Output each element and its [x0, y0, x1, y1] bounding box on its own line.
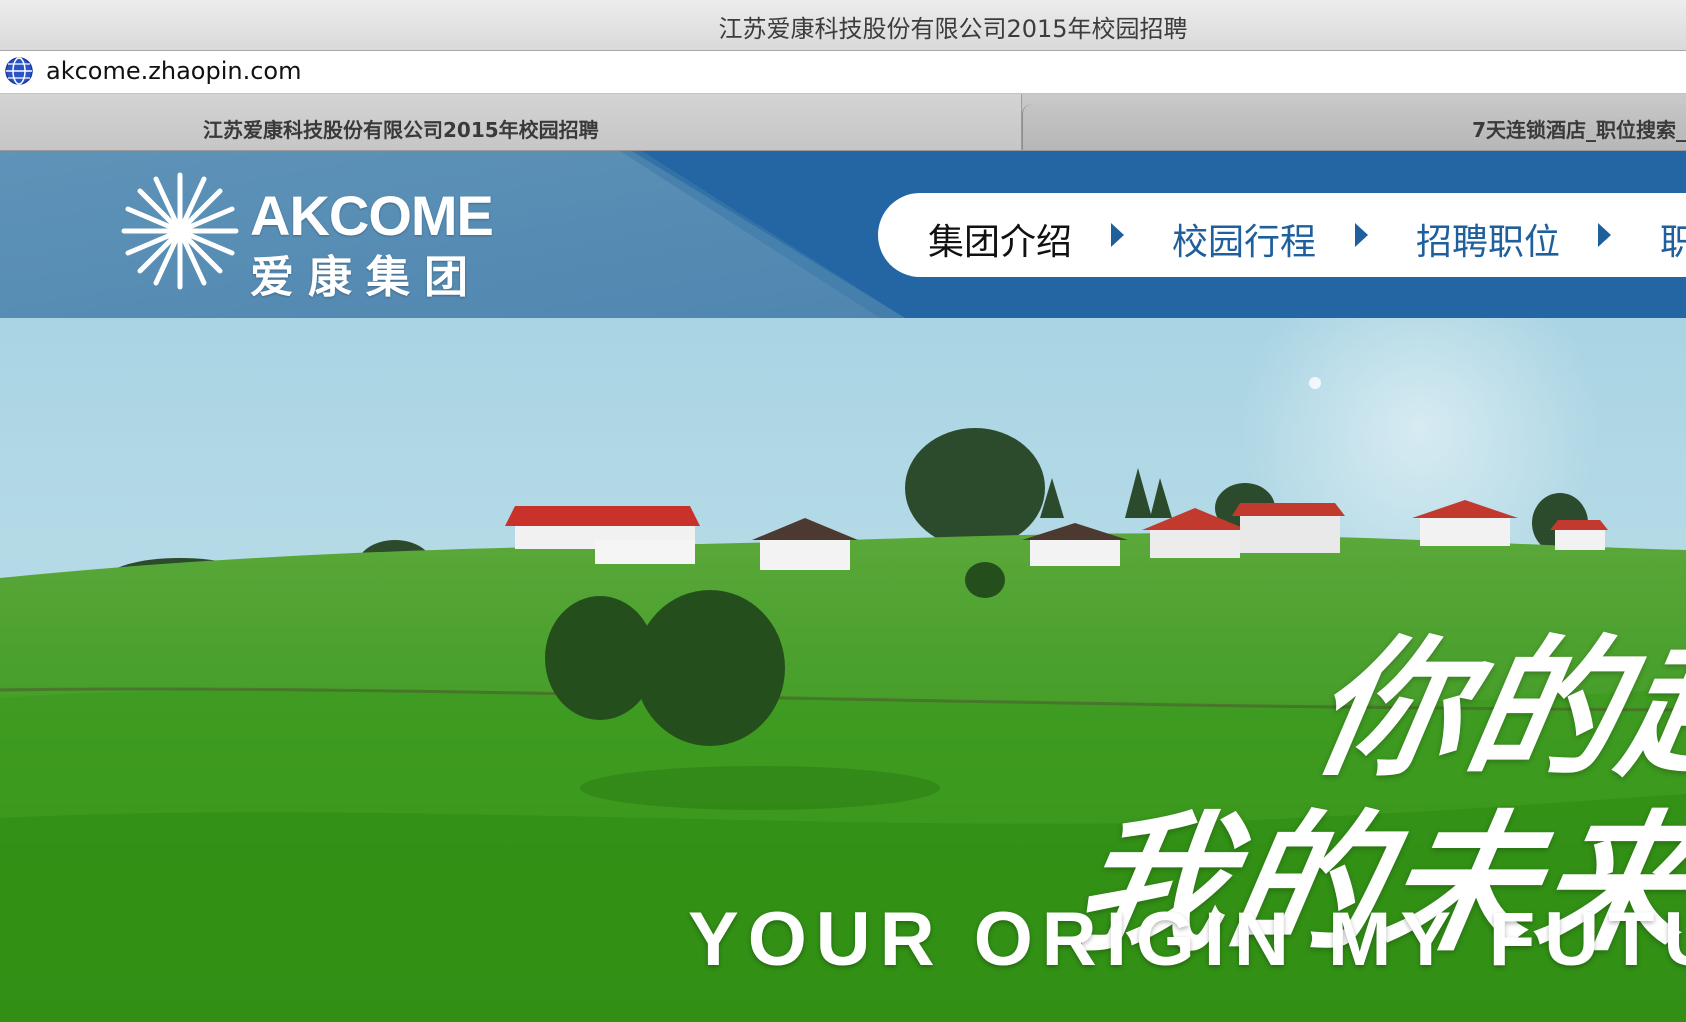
globe-icon — [5, 57, 33, 85]
logo-chinese-text: 爱康集团 — [250, 252, 482, 303]
logo-english-text: AKCOME — [250, 184, 494, 247]
tab-akcome[interactable]: 江苏爱康科技股份有限公司2015年校园招聘 — [0, 94, 1022, 150]
slogan-english: YOUR ORIGIN MY FUTURE — [688, 897, 1686, 982]
site-header: AKCOME 爱康集团 集团介绍 校园行程 招聘职位 职 — [0, 151, 1686, 318]
nav-item-partial[interactable]: 职 — [1660, 213, 1686, 265]
window-title-bar: 江苏爱康科技股份有限公司2015年校园招聘 — [0, 0, 1686, 51]
snowflake-star-logo-icon — [121, 172, 239, 290]
tab-label: 江苏爱康科技股份有限公司2015年校园招聘 — [203, 118, 599, 142]
main-navigation: 集团介绍 校园行程 招聘职位 职 — [878, 193, 1686, 277]
window-title: 江苏爱康科技股份有限公司2015年校园招聘 — [718, 15, 1188, 43]
tab-7days-hotel[interactable]: 7天连锁酒店_职位搜索_ — [1022, 104, 1686, 150]
address-bar[interactable]: akcome.zhaopin.com — [0, 51, 1686, 94]
triangle-right-icon — [1598, 223, 1611, 247]
akcome-logo[interactable]: AKCOME 爱康集团 — [118, 169, 538, 303]
url-text[interactable]: akcome.zhaopin.com — [46, 57, 301, 85]
tab-label: 7天连锁酒店_职位搜索_ — [1472, 118, 1686, 142]
tab-strip: 江苏爱康科技股份有限公司2015年校园招聘 7天连锁酒店_职位搜索_ — [0, 94, 1686, 151]
triangle-right-icon — [1355, 223, 1368, 247]
triangle-right-icon — [1111, 223, 1124, 247]
nav-item-group-intro[interactable]: 集团介绍 — [928, 213, 1072, 265]
nav-item-job-positions[interactable]: 招聘职位 — [1416, 213, 1560, 265]
nav-item-campus-schedule[interactable]: 校园行程 — [1172, 213, 1316, 265]
hero-banner: 你的起 我的未来 YOUR ORIGIN MY FUTURE — [0, 318, 1686, 1022]
